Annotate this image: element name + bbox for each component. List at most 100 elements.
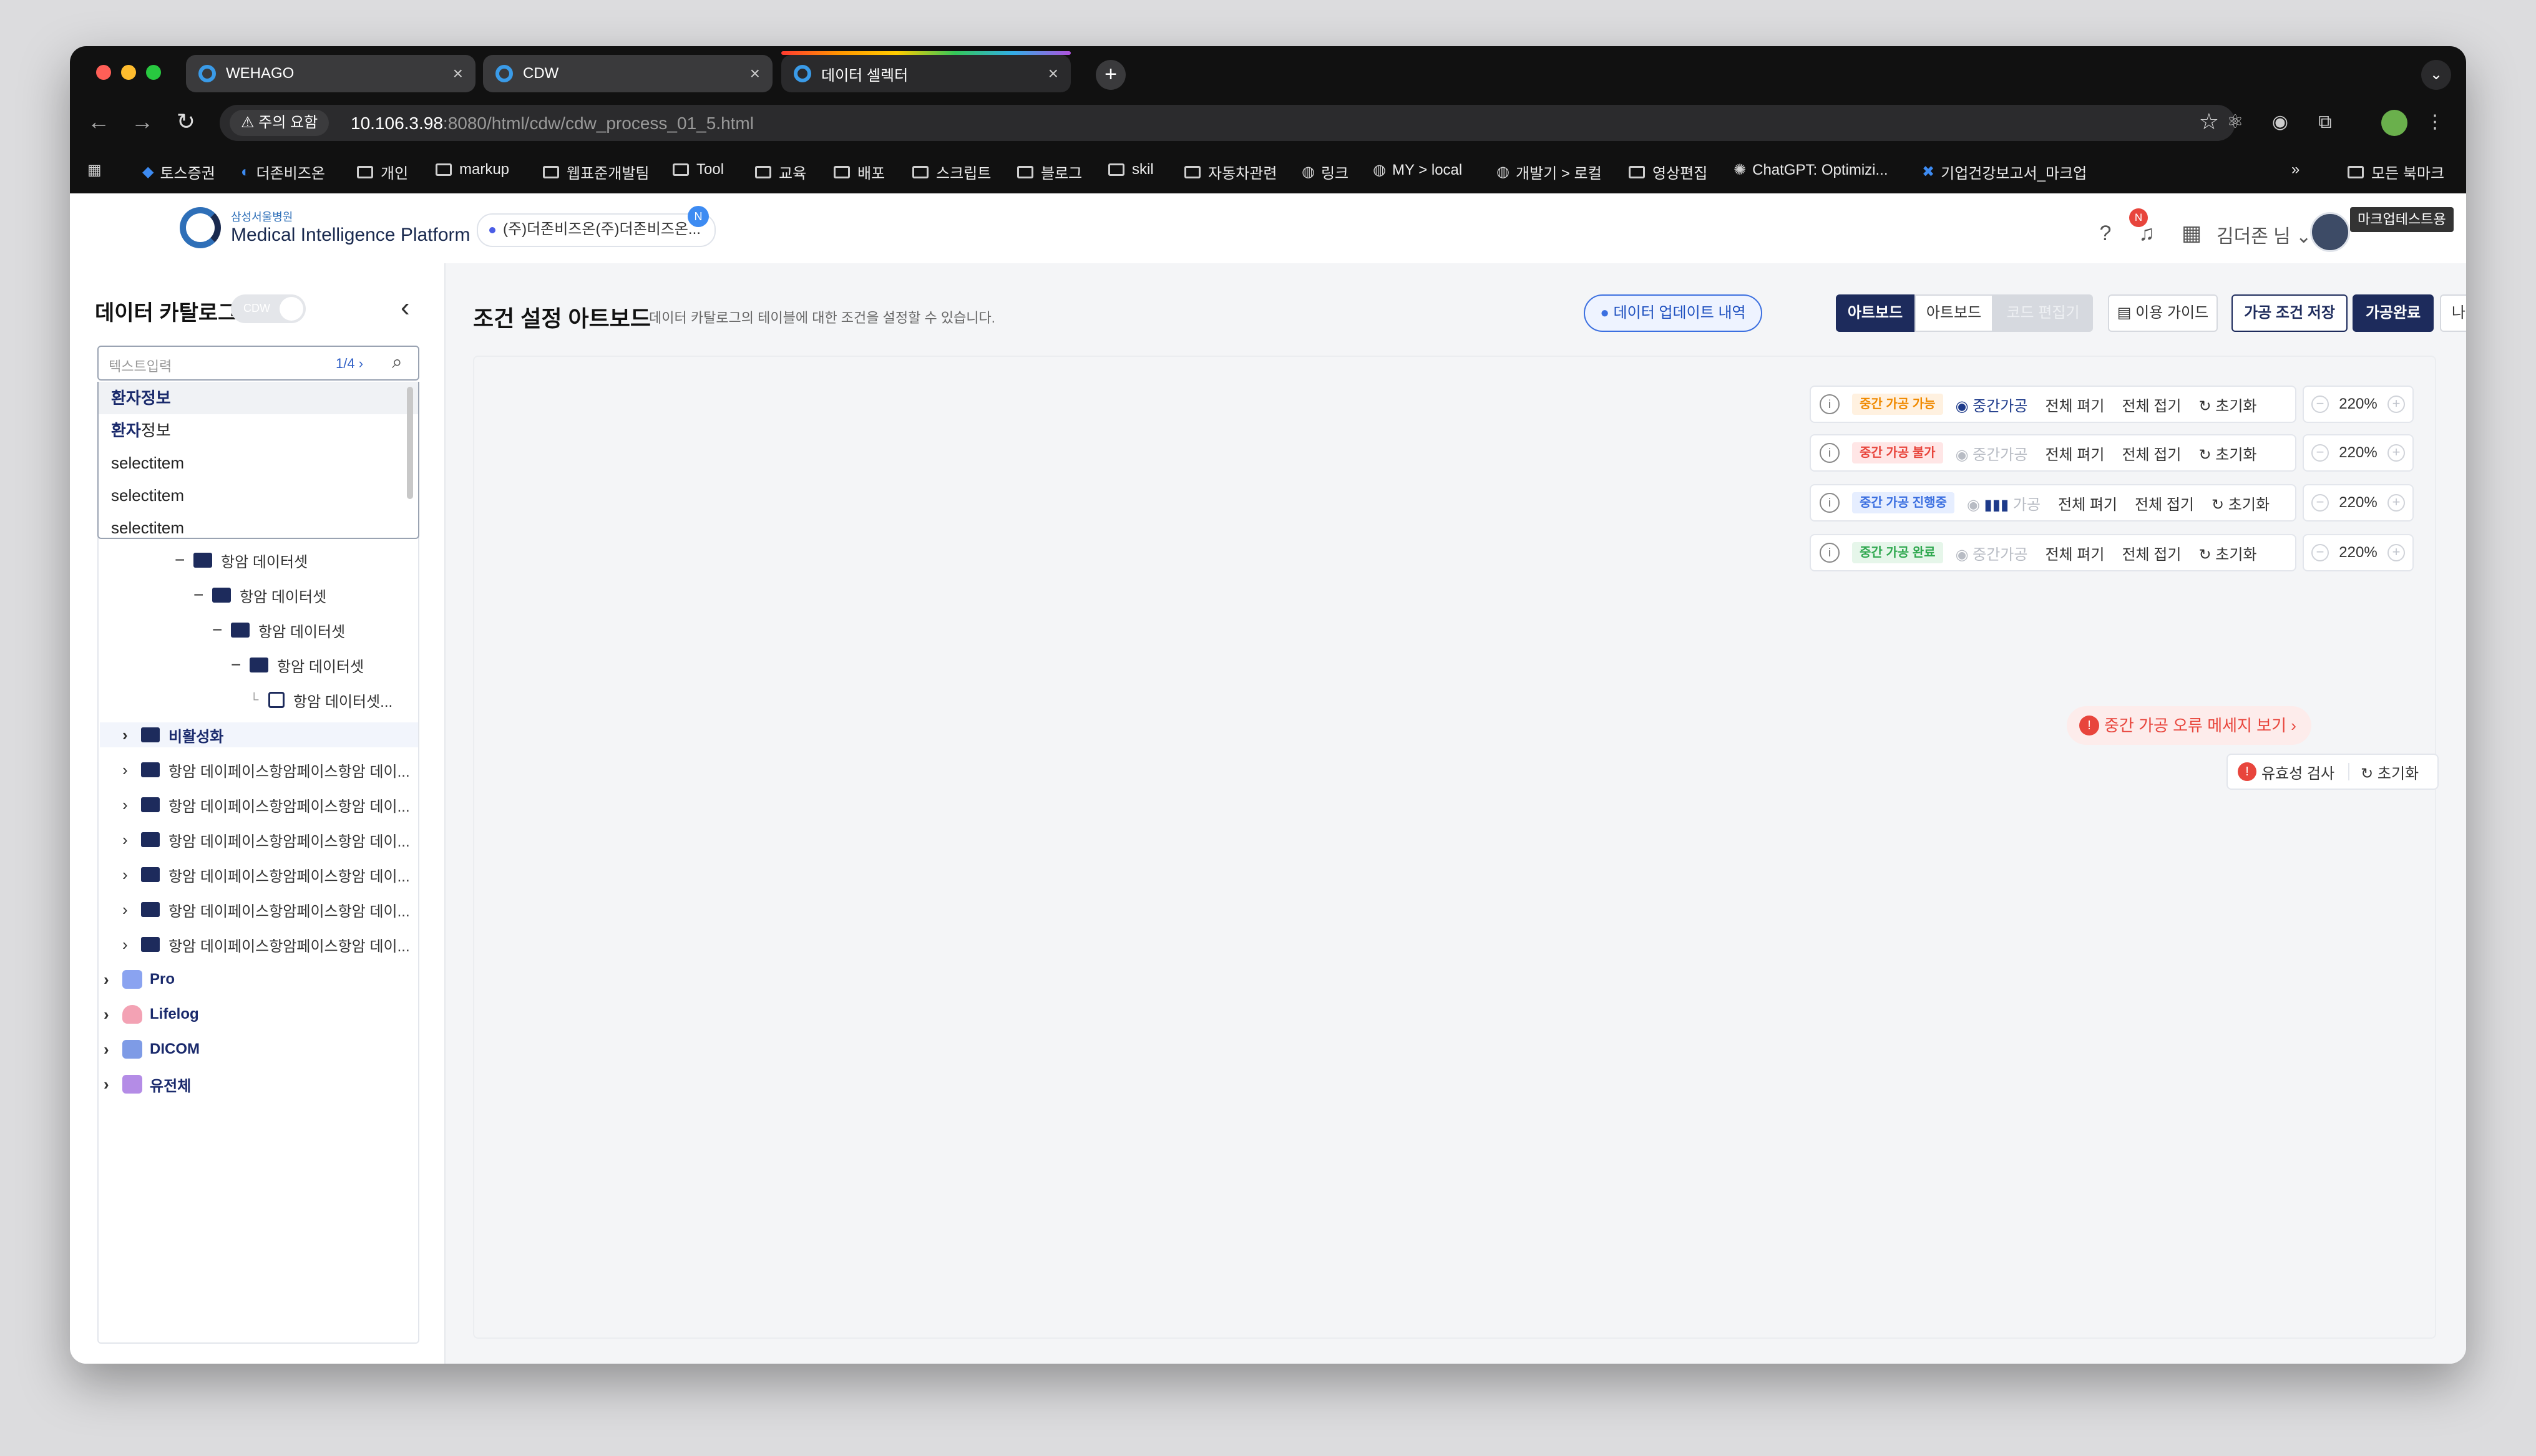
reset-button[interactable]: ↻ 초기화	[2198, 542, 2256, 564]
collapse-all-button[interactable]: 전체 접기	[2122, 442, 2181, 464]
tree-node[interactable]: − 항암 데이터셋	[175, 548, 308, 573]
intermediate-process-button[interactable]: ◉ 중간가공	[1956, 542, 2028, 564]
expand-all-button[interactable]: 전체 펴기	[2045, 394, 2104, 415]
tab-artboard[interactable]: 아트보드	[1914, 294, 1993, 332]
tab-search-chevron-icon[interactable]: ⌄	[2421, 60, 2451, 90]
extension-monkey-icon[interactable]: ◉	[2269, 111, 2291, 133]
intermediate-process-button[interactable]: ◉ 중간가공	[1956, 394, 2028, 415]
all-bookmarks-folder[interactable]: 모든 북마크	[2348, 161, 2444, 183]
save-condition-button[interactable]: 가공 조건 저장	[2231, 294, 2348, 332]
expand-all-button[interactable]: 전체 펴기	[2045, 442, 2104, 464]
address-bar[interactable]: ⚠ 주의 요함 10.106.3.98:8080/html/cdw/cdw_pr…	[220, 105, 2235, 141]
chevron-right-icon[interactable]: ›	[122, 935, 141, 954]
complete-button[interactable]: 가공완료	[2353, 294, 2434, 332]
tree-node[interactable]: › 항암 데이페이스항암페이스항암 데이...	[122, 757, 410, 782]
apps-grid-icon[interactable]: ▦	[2178, 220, 2205, 247]
validity-check-button[interactable]: 유효성 검사	[2261, 761, 2334, 783]
maximize-window-button[interactable]	[146, 65, 161, 80]
bookmark-folder[interactable]: markup	[436, 161, 509, 178]
cdw-toggle[interactable]: CDW	[231, 294, 306, 323]
tab-code-editor[interactable]: 코드 편집기	[1993, 294, 2093, 332]
bookmark-folder[interactable]: 배포	[834, 161, 885, 183]
tab-artboard-active[interactable]: 아트보드	[1836, 294, 1914, 332]
collapse-minus-icon[interactable]: −	[212, 620, 231, 640]
bookmark-item[interactable]: ◍ MY > local	[1373, 161, 1462, 179]
intermediate-process-button[interactable]: ◉ ▮▮▮ 가공	[1967, 492, 2041, 514]
suggestion-item[interactable]: 환자정보	[99, 382, 418, 414]
info-icon[interactable]: i	[1820, 543, 1840, 563]
reset-button[interactable]: ↻ 초기화	[2198, 394, 2256, 415]
bookmark-folder[interactable]: 개인	[357, 161, 408, 183]
zoom-out-icon[interactable]: −	[2311, 396, 2329, 413]
hospital-logo-icon[interactable]	[180, 207, 221, 248]
chevron-right-icon[interactable]: ›	[104, 1005, 122, 1024]
close-icon[interactable]: ×	[453, 64, 463, 84]
suggestion-item[interactable]: selectitem	[99, 447, 418, 479]
bookmark-folder[interactable]: 자동차관련	[1184, 161, 1277, 183]
close-window-button[interactable]	[96, 65, 111, 80]
collapse-all-button[interactable]: 전체 접기	[2122, 542, 2181, 564]
url-text[interactable]: 10.106.3.98:8080/html/cdw/cdw_process_01…	[351, 114, 754, 133]
info-icon[interactable]: i	[1820, 394, 1840, 414]
dropdown-scrollbar[interactable]	[407, 387, 413, 499]
validity-reset-button[interactable]: ↻ 초기화	[2361, 761, 2419, 783]
extension-react-icon[interactable]: ⚛	[2224, 111, 2246, 133]
exit-button[interactable]: 나가기	[2440, 294, 2466, 332]
bookmark-folder[interactable]: 교육	[755, 161, 806, 183]
help-icon[interactable]: ?	[2092, 220, 2119, 247]
chevron-right-icon[interactable]: ›	[122, 760, 141, 780]
reset-button[interactable]: ↻ 초기화	[2212, 492, 2270, 514]
more-vertical-icon[interactable]: ⋮	[2424, 111, 2446, 133]
close-icon[interactable]: ×	[750, 64, 760, 84]
tree-node[interactable]: › 항암 데이페이스항암페이스항암 데이...	[122, 932, 410, 957]
zoom-in-icon[interactable]: +	[2387, 494, 2405, 512]
zoom-in-icon[interactable]: +	[2387, 444, 2405, 462]
tree-node[interactable]: › 항암 데이페이스항암페이스항암 데이...	[122, 862, 410, 887]
info-icon[interactable]: i	[1820, 493, 1840, 513]
new-tab-button[interactable]: +	[1096, 60, 1126, 90]
bookmark-star-icon[interactable]: ☆	[2199, 109, 2219, 135]
tree-node[interactable]: › 항암 데이페이스항암페이스항암 데이...	[122, 827, 410, 852]
collapse-all-button[interactable]: 전체 접기	[2135, 492, 2194, 514]
close-icon[interactable]: ×	[1048, 64, 1058, 84]
user-menu[interactable]: 김더존 님 ⌄	[2217, 221, 2311, 248]
chevron-right-icon[interactable]: ›	[122, 726, 141, 745]
chevron-right-icon[interactable]: ›	[122, 795, 141, 815]
bookmark-folder[interactable]: 웹표준개발팀	[543, 161, 649, 183]
apps-grid-icon[interactable]: ▦	[87, 161, 108, 179]
zoom-out-icon[interactable]: −	[2311, 544, 2329, 561]
tree-node[interactable]: − 항암 데이터셋	[231, 653, 364, 677]
intermediate-process-button[interactable]: ◉ 중간가공	[1956, 442, 2028, 464]
category-pro[interactable]: › Pro	[104, 967, 175, 992]
search-icon[interactable]: ⌕	[392, 352, 402, 373]
zoom-in-icon[interactable]: +	[2387, 396, 2405, 413]
tree-leaf[interactable]: └ 항암 데이터셋...	[250, 687, 393, 712]
chevron-right-icon[interactable]: ›	[104, 970, 122, 989]
tree-node[interactable]: − 항암 데이터셋	[193, 583, 326, 608]
tab-cdw[interactable]: CDW ×	[483, 55, 773, 92]
category-lifelog[interactable]: › Lifelog	[104, 1002, 199, 1027]
collapse-minus-icon[interactable]: −	[193, 585, 212, 605]
tree-node-disabled[interactable]: › 비활성화	[100, 722, 418, 747]
extensions-puzzle-icon[interactable]: ⧉	[2314, 111, 2336, 133]
info-icon[interactable]: i	[1820, 443, 1840, 463]
error-message-button[interactable]: ! 중간 가공 오류 메세지 보기 ›	[2067, 706, 2311, 745]
collapse-sidebar-icon[interactable]: ‹	[401, 292, 410, 323]
expand-all-button[interactable]: 전체 펴기	[2058, 492, 2117, 514]
suggestion-item[interactable]: 환자정보	[99, 414, 418, 447]
tree-node[interactable]: › 항암 데이페이스항암페이스항암 데이...	[122, 792, 410, 817]
minimize-window-button[interactable]	[121, 65, 136, 80]
collapse-minus-icon[interactable]: −	[231, 655, 250, 675]
artboard-canvas[interactable]: i 중간 가공 가능 ◉ 중간가공 전체 펴기 전체 접기 ↻ 초기화 −220…	[473, 356, 2439, 1339]
logo-title[interactable]: Medical Intelligence Platform	[231, 225, 471, 246]
category-dicom[interactable]: › DICOM	[104, 1037, 200, 1062]
bookmark-item[interactable]: ✖ 기업건강보고서_마크업	[1922, 161, 2087, 183]
bookmarks-overflow-button[interactable]: »	[2291, 161, 2299, 178]
tree-node[interactable]: − 항암 데이터셋	[212, 618, 345, 643]
search-result-count[interactable]: 1/4 ›	[336, 356, 363, 372]
zoom-in-icon[interactable]: +	[2387, 544, 2405, 561]
bookmark-folder[interactable]: 스크립트	[912, 161, 991, 183]
back-arrow-icon[interactable]: ←	[84, 109, 114, 135]
bookmark-folder[interactable]: skil	[1108, 161, 1154, 178]
bookmark-folder[interactable]: Tool	[673, 161, 724, 178]
